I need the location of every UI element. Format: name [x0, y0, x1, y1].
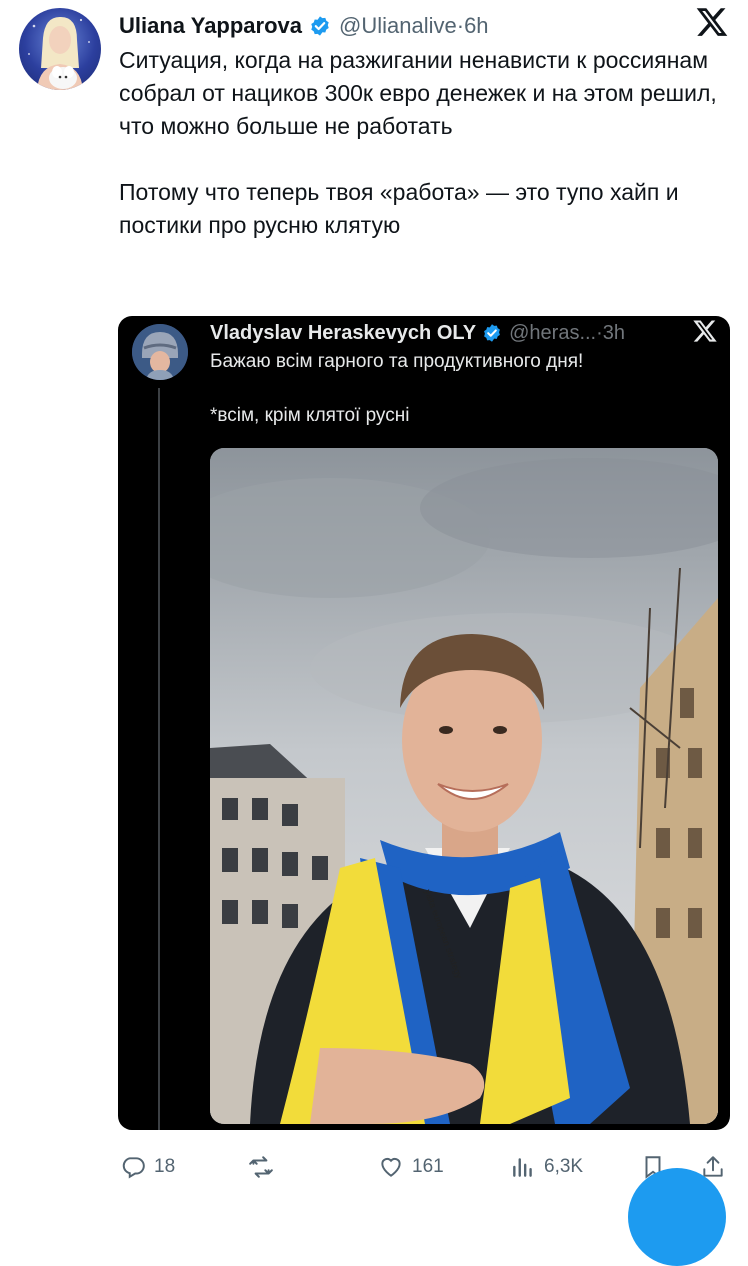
time-separator: ·	[456, 13, 465, 38]
quoted-tweet-card[interactable]: Vladyslav Heraskevych OLY @heras... · 3h…	[118, 316, 730, 1130]
like-count: 161	[412, 1156, 444, 1177]
author-avatar[interactable]	[19, 8, 101, 90]
quoted-author-handle[interactable]: @heras...	[509, 322, 596, 345]
heart-icon	[381, 1157, 401, 1177]
quoted-avatar-image	[132, 324, 188, 380]
views-count: 6,3K	[544, 1156, 584, 1177]
author-handle[interactable]: @Ulianalive	[339, 13, 457, 39]
quoted-line-1: Бажаю всім гарного та продуктивного дня!	[210, 351, 584, 372]
quoted-author-name[interactable]: Vladyslav Heraskevych OLY	[210, 322, 476, 345]
reply-icon	[122, 1157, 145, 1179]
thread-line	[158, 388, 160, 1130]
action-bar: 18 161 6,3K	[0, 1150, 748, 1184]
quoted-line-2: *всім, крім клятої русні	[210, 405, 410, 426]
quoted-tweet-time[interactable]: 3h	[603, 322, 625, 345]
repost-button[interactable]	[248, 1150, 282, 1184]
x-logo-icon	[696, 8, 728, 36]
tweet-paragraph-1: Ситуация, когда на разжигании ненависти …	[119, 47, 717, 139]
quoted-verified-badge-icon	[484, 324, 501, 342]
views-icon	[513, 1158, 532, 1177]
tweet-text: Ситуация, когда на разжигании ненависти …	[119, 44, 719, 242]
quoted-tweet-photo[interactable]: yalta european strategy	[210, 448, 718, 1124]
repost-icon	[249, 1156, 273, 1178]
quoted-author-avatar[interactable]	[132, 324, 188, 380]
tweet-time[interactable]: 6h	[464, 13, 488, 39]
author-name[interactable]: Uliana Yapparova	[119, 13, 302, 39]
author-avatar-image	[28, 16, 90, 90]
quoted-tweet-header: Vladyslav Heraskevych OLY @heras... · 3h	[210, 318, 625, 348]
quoted-tweet-text: Бажаю всім гарного та продуктивного дня!…	[210, 348, 710, 429]
reply-button[interactable]: 18	[120, 1150, 175, 1184]
reply-count: 18	[154, 1156, 176, 1177]
tweet-header: Uliana Yapparova @Ulianalive · 6h	[119, 10, 489, 42]
compose-fab-button[interactable]	[628, 1168, 726, 1266]
tweet-paragraph-2: Потому что теперь твоя «работа» — это ту…	[119, 179, 679, 238]
quoted-x-logo-icon	[693, 320, 717, 342]
quoted-time-separator: ·	[596, 321, 603, 344]
views-button[interactable]: 6,3K	[510, 1150, 583, 1184]
like-button[interactable]: 161	[378, 1150, 444, 1184]
selfie-photo-illustration	[210, 448, 718, 1124]
verified-badge-icon	[311, 16, 329, 36]
